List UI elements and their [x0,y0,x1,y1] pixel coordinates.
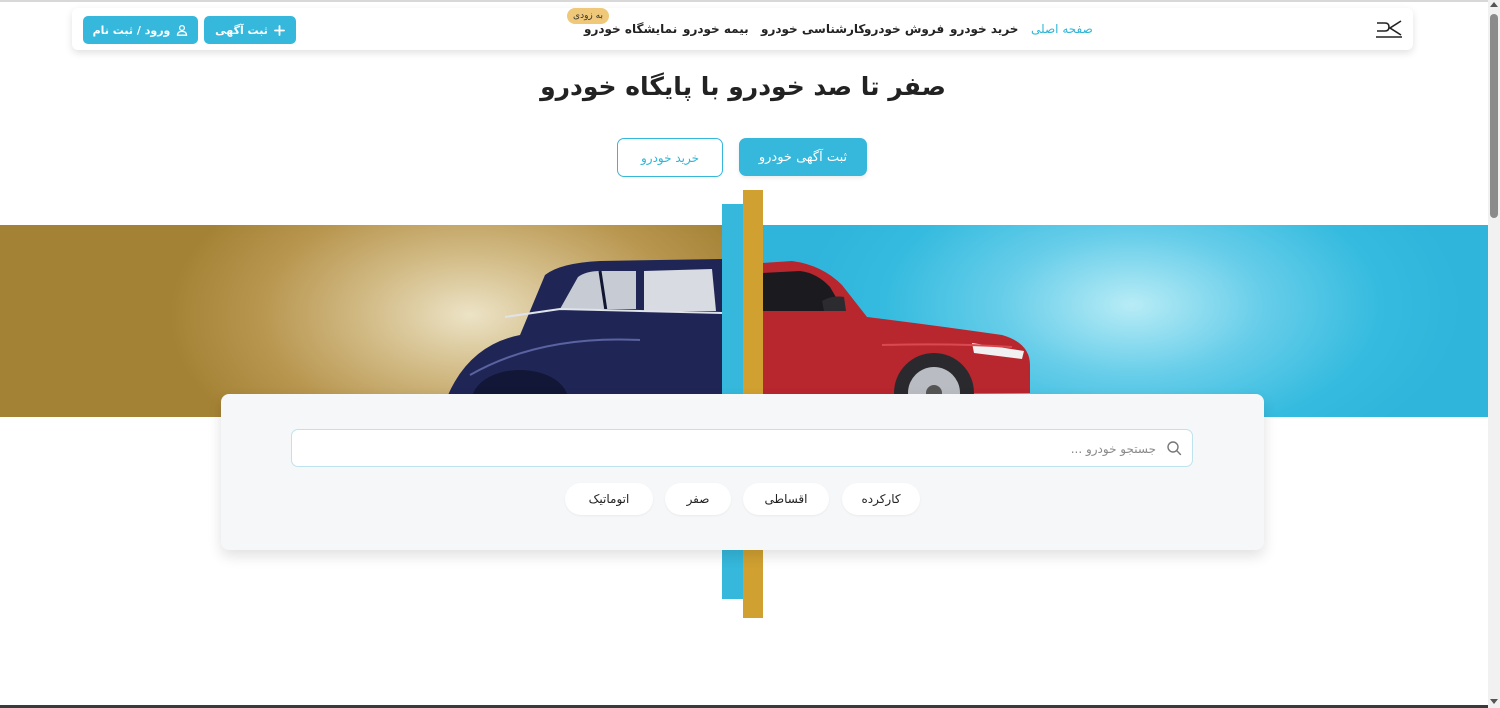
plus-icon [273,24,285,36]
browser-top-edge [0,0,1500,2]
top-navbar: صفحه اصلی خرید خودرو فروش خودرو کارشناسی… [72,8,1413,50]
user-icon [177,24,188,36]
scroll-down-arrow-icon[interactable] [1490,699,1498,704]
post-car-ad-button[interactable]: ثبت آگهی خودرو [739,138,867,176]
nav-car-showroom[interactable]: نمایشگاه خودرو [584,22,677,36]
pk-logo-icon[interactable] [1375,19,1403,39]
search-input[interactable] [314,430,1158,468]
classic-car-banner [0,225,722,417]
classic-car-illustration [440,259,722,417]
nav-car-inspection[interactable]: کارشناسی خودرو [761,22,865,36]
nav-home[interactable]: صفحه اصلی [1031,22,1093,36]
post-ad-label: ثبت آگهی [215,23,268,37]
chip-automatic[interactable]: اتوماتیک [565,483,653,515]
login-register-button[interactable]: ورود / ثبت نام [83,16,198,44]
modern-car-banner [762,225,1489,417]
nav-buy-car[interactable]: خرید خودرو [950,22,1018,36]
buy-car-button[interactable]: خرید خودرو [617,138,723,177]
modern-car-illustration [762,261,1030,417]
chip-used[interactable]: کارکرده [842,483,920,515]
search-card: کارکرده اقساطی صفر اتوماتیک [221,394,1264,550]
nav-sell-car[interactable]: فروش خودرو [864,22,944,36]
search-icon[interactable] [1166,440,1182,456]
scroll-thumb[interactable] [1490,14,1498,218]
search-box[interactable] [291,429,1193,468]
nav-car-insurance[interactable]: بیمه خودرو [683,22,749,36]
scroll-up-arrow-icon[interactable] [1490,2,1498,7]
login-register-label: ورود / ثبت نام [92,23,171,37]
chip-installment[interactable]: اقساطی [743,483,829,515]
post-ad-button[interactable]: ثبت آگهی [204,16,296,44]
chip-new[interactable]: صفر [665,483,731,515]
page-scrollbar[interactable] [1488,0,1500,708]
coming-soon-badge: به زودی [567,8,609,24]
hero-title: صفر تا صد خودرو با پایگاه خودرو [540,72,946,101]
